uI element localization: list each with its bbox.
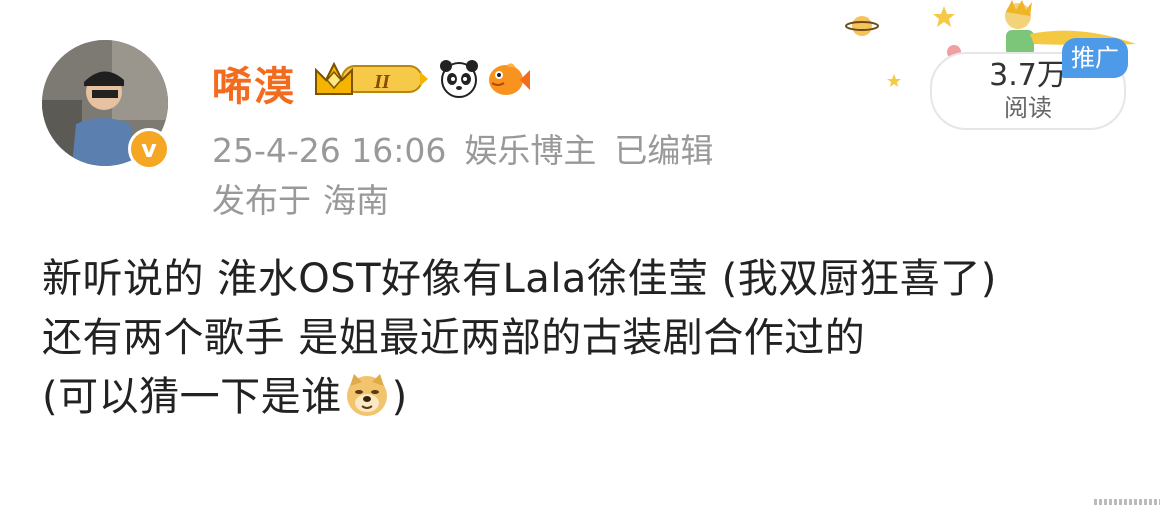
post-meta: 25-4-26 16:06 娱乐博主 已编辑 [212,124,731,172]
level-mark: II [373,71,391,93]
post-text-line: (可以猜一下是谁 ) [42,368,1132,427]
username[interactable]: 唏漠 [212,54,296,112]
goldfish-badge-icon[interactable] [486,58,530,100]
crown-level-badge-icon[interactable]: II [312,58,430,100]
promo-tag[interactable]: 推广 [1062,38,1128,78]
post-location: 发布于 海南 [212,174,401,222]
verified-icon: v [128,128,170,170]
post-text-segment: ) [391,374,408,420]
views-label: 阅读 [1004,94,1052,122]
author-category: 娱乐博主 [464,131,597,170]
location-name: 海南 [323,181,389,220]
edited-label[interactable]: 已编辑 [614,131,713,170]
doge-emoji-icon [346,374,387,416]
post-content: 新听说的 淮水OST好像有Lala徐佳莹 (我双厨狂喜了) 还有两个歌手 是姐最… [42,250,1132,427]
post-text-segment: (可以猜一下是谁 [42,374,342,420]
post-text-line: 还有两个歌手 是姐最近两部的古装剧合作过的 [42,315,866,361]
more-options-dots-icon[interactable] [1094,499,1160,505]
panda-badge-icon[interactable] [438,58,480,100]
post-text-line: 新听说的 淮水OST好像有Lala徐佳莹 (我双厨狂喜了) [42,256,997,302]
location-prefix: 发布于 [212,181,311,220]
post-timestamp: 25-4-26 16:06 [212,131,447,170]
